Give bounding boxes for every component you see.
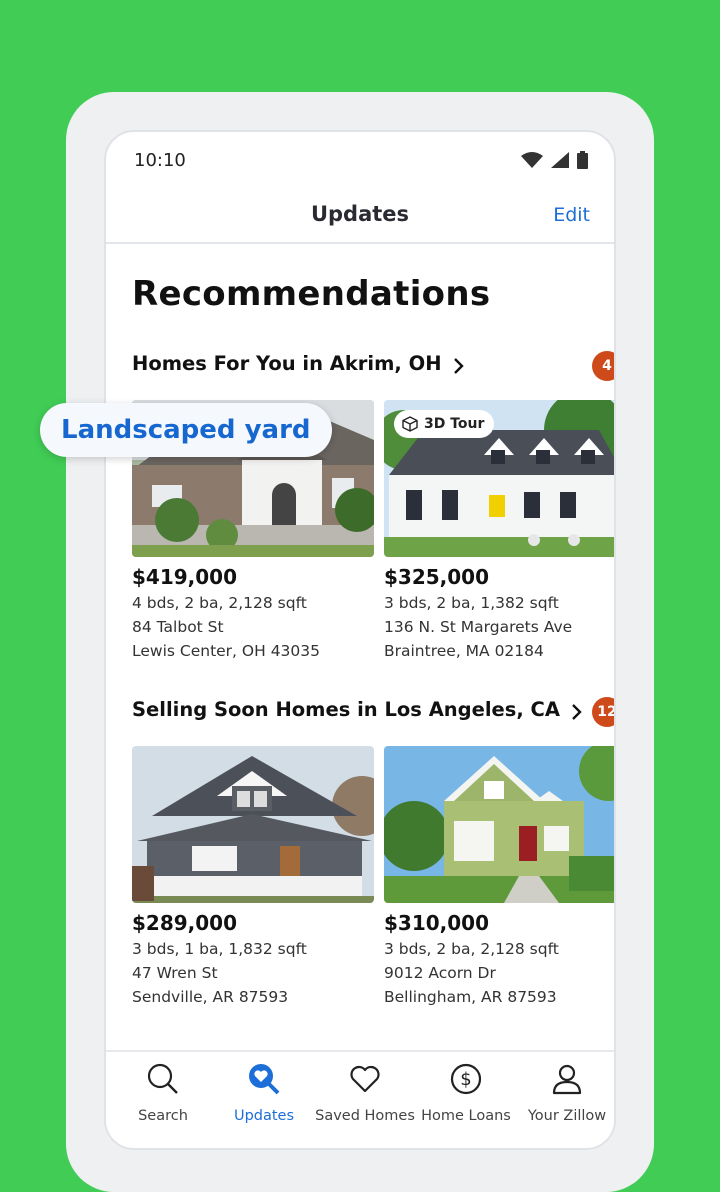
3d-tour-label: 3D Tour: [424, 416, 485, 432]
nav-label: Search: [138, 1108, 188, 1124]
listing-city: Lewis Center, OH 43035: [132, 642, 320, 660]
updates-icon: [249, 1064, 280, 1095]
chevron-right-icon: [572, 703, 582, 720]
bottom-nav: Search Updates Saved Homes $ Home Loans …: [106, 1050, 614, 1148]
listing-street: 9012 Acorn Dr: [384, 964, 496, 982]
cell-signal-icon: [551, 152, 569, 168]
section-header[interactable]: Homes For You in Akrim, OH 4: [132, 351, 614, 386]
phone-screen: 10:10 Updates Edit Recommendations Homes…: [104, 130, 616, 1150]
nav-saved-homes[interactable]: Saved Homes: [314, 1060, 416, 1124]
battery-icon: [577, 151, 588, 169]
nav-label: Home Loans: [421, 1108, 511, 1124]
section-homes-for-you: Homes For You in Akrim, OH 4 $419,000 4 …: [132, 351, 614, 660]
section-selling-soon: Selling Soon Homes in Los Angeles, CA 12: [132, 697, 614, 1006]
listing-price: $289,000: [132, 911, 238, 935]
dollar-icon: $: [450, 1063, 482, 1095]
section-title[interactable]: Homes For You in Akrim, OH: [132, 352, 442, 375]
listing-details: 3 bds, 2 ba, 2,128 sqft: [384, 940, 559, 958]
listing-price: $325,000: [384, 565, 490, 589]
listing-price: $419,000: [132, 565, 238, 589]
wifi-icon: [521, 152, 543, 168]
3d-tour-badge: 3D Tour: [394, 410, 495, 438]
top-header: Updates Edit: [106, 190, 614, 244]
nav-label: Updates: [233, 1108, 295, 1124]
listing-city: Sendville, AR 87593: [132, 988, 289, 1006]
listing-card[interactable]: $289,000 3 bds, 1 ba, 1,832 sqft 47 Wren…: [132, 746, 374, 1007]
listing-street: 47 Wren St: [132, 964, 218, 982]
count-badge: 4: [592, 351, 614, 381]
listing-card[interactable]: 3D Tour $325,000 3 bds, 2 ba, 1,382 sqft…: [384, 400, 614, 661]
feature-tooltip: Landscaped yard: [40, 403, 332, 457]
nav-label: Saved Homes: [315, 1108, 415, 1124]
listing-details: 4 bds, 2 ba, 2,128 sqft: [132, 594, 307, 612]
listing-price: $310,000: [384, 911, 490, 935]
listing-card[interactable]: $310,000 3 bds, 2 ba, 2,128 sqft 9012 Ac…: [384, 746, 614, 1007]
edit-button[interactable]: Edit: [553, 204, 590, 226]
house-photo-craftsman: [132, 746, 374, 903]
house-photo-victorian: [384, 746, 614, 903]
nav-home-loans[interactable]: $ Home Loans: [415, 1060, 517, 1124]
heart-icon: [350, 1065, 380, 1093]
search-icon: [147, 1063, 178, 1094]
cube-icon: [402, 416, 418, 432]
listing-photo[interactable]: [384, 746, 614, 903]
nav-label: Your Zillow: [527, 1108, 607, 1124]
user-icon: [552, 1064, 582, 1095]
status-icons: [521, 151, 588, 169]
listing-city: Bellingham, AR 87593: [384, 988, 557, 1006]
nav-your-zillow[interactable]: Your Zillow: [516, 1060, 614, 1124]
listing-street: 136 N. St Margarets Ave: [384, 618, 573, 636]
count-badge: 12: [592, 697, 614, 727]
listing-city: Braintree, MA 02184: [384, 642, 544, 660]
chevron-right-icon: [453, 357, 464, 374]
nav-updates[interactable]: Updates: [213, 1060, 315, 1124]
svg-text:$: $: [460, 1069, 471, 1090]
listing-photo[interactable]: [132, 746, 374, 903]
header-title: Updates: [310, 202, 410, 226]
listing-details: 3 bds, 2 ba, 1,382 sqft: [384, 594, 559, 612]
section-header[interactable]: Selling Soon Homes in Los Angeles, CA 12: [132, 697, 614, 732]
section-title[interactable]: Selling Soon Homes in Los Angeles, CA: [132, 698, 560, 721]
status-time: 10:10: [134, 150, 186, 171]
main-content[interactable]: Recommendations Homes For You in Akrim, …: [106, 244, 614, 1050]
page-title: Recommendations: [132, 274, 491, 314]
nav-search[interactable]: Search: [112, 1060, 214, 1124]
status-bar: 10:10: [106, 132, 614, 190]
listing-street: 84 Talbot St: [132, 618, 224, 636]
listing-details: 3 bds, 1 ba, 1,832 sqft: [132, 940, 307, 958]
listing-photo[interactable]: 3D Tour: [384, 400, 614, 557]
